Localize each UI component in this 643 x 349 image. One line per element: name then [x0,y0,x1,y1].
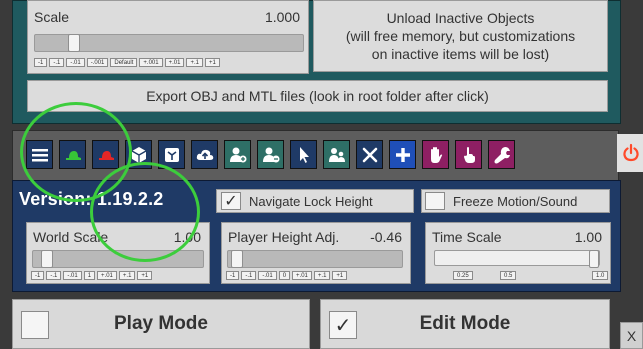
time-scale-tick: 0.5 [500,271,517,280]
player-height-step-buttons: -1 -.1 -.01 0 +.01 +.1 +1 [226,271,348,280]
player-height-slider-handle[interactable] [231,250,243,268]
scale-step-button[interactable]: +1 [204,58,220,67]
world-scale-step-button[interactable]: -.01 [63,271,82,280]
unload-inactive-objects-label: Unload Inactive Objects (will free memor… [345,10,576,62]
power-icon[interactable] [617,134,643,172]
time-scale-slider[interactable] [434,250,600,268]
add-person-icon[interactable] [224,140,251,169]
remove-person-icon[interactable] [257,140,284,169]
time-scale-value: 1.00 [574,229,602,245]
scale-label: Scale [34,9,70,25]
scale-step-button[interactable]: -1 [34,58,48,67]
player-height-label: Player Height Adj. [228,229,340,245]
world-scale-step-button[interactable]: -.1 [46,271,62,280]
player-height-value: -0.46 [370,229,402,245]
scale-step-button[interactable]: +.01 [164,58,185,67]
tools-icon[interactable] [356,140,383,169]
time-scale-tick: 1.0 [592,271,609,280]
menu-icon[interactable] [26,140,53,169]
plus-icon[interactable] [389,140,416,169]
box-open-icon[interactable] [158,140,185,169]
unload-inactive-objects-button[interactable]: Unload Inactive Objects (will free memor… [313,0,608,72]
freeze-motion-sound-toggle[interactable]: Freeze Motion/Sound [421,189,610,213]
close-button[interactable]: X [620,322,643,349]
scale-value: 1.000 [264,9,300,25]
cloud-upload-icon[interactable] [191,140,218,169]
scale-step-buttons: -1 -.1 -.01 -.001 Default +.001 +.01 +.1 +1 [34,58,220,67]
play-mode-button[interactable]: Play Mode [12,299,310,349]
scale-slider-handle[interactable] [68,34,80,52]
cursor-icon[interactable] [290,140,317,169]
world-scale-step-button[interactable]: -1 [31,271,45,280]
player-height-step-button[interactable]: 0 [278,271,291,280]
world-scale-step-button[interactable]: +1 [137,271,153,280]
scale-step-button[interactable]: +.1 [186,58,203,67]
hat-green-icon[interactable] [59,140,86,169]
wrench-icon[interactable] [488,140,515,169]
world-scale-label: World Scale [33,229,109,245]
world-scale-step-button[interactable]: 1 [83,271,96,280]
world-scale-value: 1.00 [173,229,201,245]
export-obj-mtl-button[interactable]: Export OBJ and MTL files (look in root f… [27,80,608,112]
scale-step-button[interactable]: +.001 [139,58,163,67]
player-height-step-button[interactable]: +1 [332,271,348,280]
freeze-motion-sound-checkbox[interactable] [425,192,445,210]
world-scale-step-buttons: -1 -.1 -.01 1 +.01 +.1 +1 [31,271,153,280]
navigate-lock-height-checkbox[interactable]: ✓ [221,192,241,210]
people-icon[interactable] [323,140,350,169]
world-scale-slider-handle[interactable] [41,250,53,268]
player-height-slider[interactable] [227,250,403,268]
hat-red-icon[interactable] [92,140,119,169]
time-scale-slider-handle[interactable] [589,250,599,268]
edit-mode-button[interactable]: ✓ Edit Mode [320,299,610,349]
navigate-lock-height-toggle[interactable]: ✓ Navigate Lock Height [216,189,414,213]
hand-icon[interactable] [422,140,449,169]
time-scale-label: Time Scale [432,229,502,245]
time-scale-control: Time Scale 1.00 0.25 0.5 1.0 [425,222,611,284]
world-scale-control: World Scale 1.00 -1 -.1 -.01 1 +.01 +.1 +1 [26,222,210,284]
edit-mode-label: Edit Mode [419,313,511,334]
version-label: Version: 1.19.2.2 [19,189,164,209]
freeze-motion-sound-label: Freeze Motion/Sound [453,193,578,209]
play-mode-label: Play Mode [114,313,208,334]
world-scale-step-button[interactable]: +.1 [118,271,136,280]
world-scale-step-button[interactable]: +.01 [97,271,117,280]
cube-icon[interactable] [125,140,152,169]
player-height-step-button[interactable]: +.01 [292,271,312,280]
scale-control: Scale 1.000 -1 -.1 -.01 -.001 Default +.001 +.… [27,0,309,74]
scale-slider[interactable] [34,34,304,52]
export-obj-mtl-label: Export OBJ and MTL files (look in root f… [146,88,489,104]
scale-step-button[interactable]: -.1 [49,58,65,67]
scale-step-button[interactable]: -.01 [66,58,85,67]
player-height-step-button[interactable]: -.1 [241,271,257,280]
player-height-control: Player Height Adj. -0.46 -1 -.1 -.01 0 +.01 +… [221,222,411,284]
scale-step-button[interactable]: Default [110,58,138,67]
time-scale-tick: 0.25 [453,271,473,280]
main-toolbar [12,130,619,182]
world-scale-slider[interactable] [32,250,204,268]
player-height-step-button[interactable]: +.1 [313,271,331,280]
player-height-step-button[interactable]: -.01 [258,271,277,280]
pointing-hand-icon[interactable] [455,140,482,169]
player-height-step-button[interactable]: -1 [226,271,240,280]
navigate-lock-height-label: Navigate Lock Height [249,193,373,209]
scale-step-button[interactable]: -.001 [86,58,109,67]
